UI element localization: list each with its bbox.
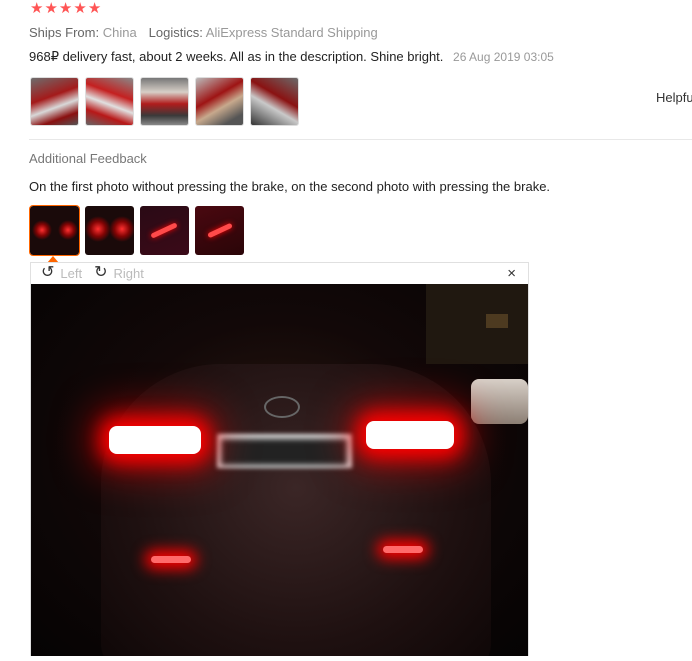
star-icon: ★ bbox=[87, 0, 102, 17]
review-photo-thumbnail[interactable] bbox=[30, 77, 79, 126]
helpful-button[interactable]: Helpfu bbox=[656, 90, 692, 105]
review-photo-thumbnail[interactable] bbox=[195, 77, 244, 126]
additional-feedback-text: On the first photo without pressing the … bbox=[29, 179, 551, 194]
tail-light-right bbox=[366, 421, 454, 449]
rotate-left-icon: ↺ bbox=[41, 264, 55, 281]
rotate-left-label: Left bbox=[60, 265, 83, 281]
brake-light-glow bbox=[85, 216, 111, 242]
review-photos bbox=[30, 77, 299, 126]
review-photo-thumbnail[interactable] bbox=[250, 77, 299, 126]
star-icon: ★ bbox=[58, 0, 73, 17]
logistics-label: Logistics: bbox=[148, 25, 203, 40]
reflector-right bbox=[383, 546, 423, 553]
star-icon: ★ bbox=[73, 0, 87, 17]
logistics: Logistics: AliExpress Standard Shipping bbox=[149, 25, 378, 40]
tail-light-left bbox=[109, 426, 201, 454]
reflector-bar bbox=[207, 222, 233, 239]
ships-from-value: China bbox=[102, 25, 137, 40]
rotate-right-icon: ↻ bbox=[94, 264, 108, 281]
brake-light-glow bbox=[58, 220, 78, 240]
review-meta: Ships From: China Logistics: AliExpress … bbox=[29, 25, 378, 40]
star-icon: ★ bbox=[44, 0, 58, 17]
viewer-toolbar: ↺ Left ↻ Right × bbox=[31, 263, 528, 283]
car-logo bbox=[264, 396, 300, 418]
ships-from-label: Ships From: bbox=[29, 25, 100, 40]
divider bbox=[29, 139, 692, 140]
license-plate-redaction bbox=[221, 439, 347, 465]
logistics-value: AliExpress Standard Shipping bbox=[205, 25, 378, 40]
rating-stars: ★ ★ ★ ★ ★ bbox=[30, 1, 101, 17]
comment-text: 968₽ delivery fast, about 2 weeks. All a… bbox=[29, 49, 444, 64]
review-date: 26 Aug 2019 03:05 bbox=[453, 50, 554, 64]
rotate-right-label: Right bbox=[113, 265, 144, 281]
additional-photos bbox=[29, 205, 244, 256]
review-comment: 968₽ delivery fast, about 2 weeks. All a… bbox=[29, 49, 554, 65]
viewer-photo bbox=[31, 284, 528, 656]
brake-light-glow bbox=[32, 220, 52, 240]
background-building bbox=[426, 284, 528, 364]
additional-feedback-title: Additional Feedback bbox=[29, 151, 147, 166]
additional-photo-thumbnail[interactable] bbox=[140, 206, 189, 255]
photo-viewer: ↺ Left ↻ Right × bbox=[30, 262, 529, 656]
additional-photo-thumbnail[interactable] bbox=[85, 206, 134, 255]
additional-photo-thumbnail[interactable] bbox=[195, 206, 244, 255]
star-icon: ★ bbox=[30, 0, 44, 17]
review-photo-thumbnail[interactable] bbox=[85, 77, 134, 126]
reflector-left bbox=[151, 556, 191, 563]
reflector-bar bbox=[150, 222, 178, 239]
brake-light-glow bbox=[109, 216, 134, 242]
rotate-right-button[interactable]: ↻ Right bbox=[94, 265, 144, 281]
building-window bbox=[486, 314, 508, 328]
background-car bbox=[471, 379, 528, 424]
review-photo-thumbnail[interactable] bbox=[140, 77, 189, 126]
close-icon[interactable]: × bbox=[507, 265, 516, 282]
ships-from: Ships From: China bbox=[29, 25, 137, 40]
rotate-left-button[interactable]: ↺ Left bbox=[41, 265, 82, 281]
additional-photo-thumbnail-selected[interactable] bbox=[29, 205, 80, 256]
